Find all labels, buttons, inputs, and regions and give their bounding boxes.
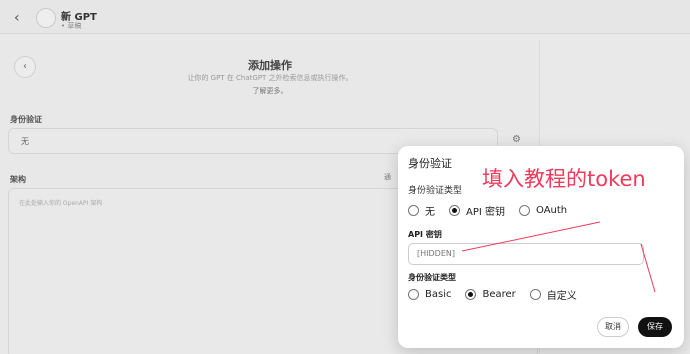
radio-icon[interactable]: [519, 205, 530, 216]
modal-title: 身份验证: [408, 157, 452, 170]
import-url-button[interactable]: 通: [384, 172, 391, 182]
top-bar: ‹ 新 GPT • 草稿: [0, 0, 690, 34]
scheme-bearer[interactable]: Bearer: [465, 289, 516, 300]
scheme-custom[interactable]: 自定义: [529, 287, 577, 302]
auth-type-oauth[interactable]: OAuth: [519, 205, 567, 216]
radio-icon[interactable]: [408, 289, 419, 300]
cancel-button[interactable]: 取消: [597, 317, 629, 337]
gear-icon[interactable]: ⚙: [512, 134, 521, 145]
back-arrow-icon[interactable]: ‹: [14, 10, 20, 26]
page-title: 添加操作: [248, 59, 292, 72]
scheme-label: 身份验证类型: [408, 273, 456, 282]
auth-type-options: 无 API 密钥 OAuth: [408, 203, 581, 218]
radio-selected-icon[interactable]: [449, 205, 460, 216]
draft-status: • 草稿: [61, 22, 82, 30]
learn-more-link[interactable]: 了解更多。: [0, 86, 540, 96]
annotation-text: 填入教程的token: [482, 167, 646, 191]
radio-icon[interactable]: [408, 205, 419, 216]
save-button[interactable]: 保存: [638, 317, 672, 337]
page-description: 让你的 GPT 在 ChatGPT 之外检索信息或执行操作。: [187, 74, 353, 82]
avatar: [36, 8, 56, 28]
auth-label: 身份验证: [10, 115, 42, 124]
api-key-input[interactable]: [HIDDEN]: [408, 243, 644, 265]
radio-icon[interactable]: [529, 289, 541, 300]
radio-selected-icon[interactable]: [465, 289, 477, 300]
scheme-basic[interactable]: Basic: [408, 289, 451, 300]
auth-type-label: 身份验证类型: [408, 186, 463, 196]
auth-type-api-key[interactable]: API 密钥: [449, 203, 505, 218]
api-key-label: API 密钥: [408, 230, 442, 239]
scheme-options: Basic Bearer 自定义: [408, 287, 591, 302]
schema-label: 架构: [10, 175, 26, 184]
auth-type-none[interactable]: 无: [408, 203, 435, 218]
